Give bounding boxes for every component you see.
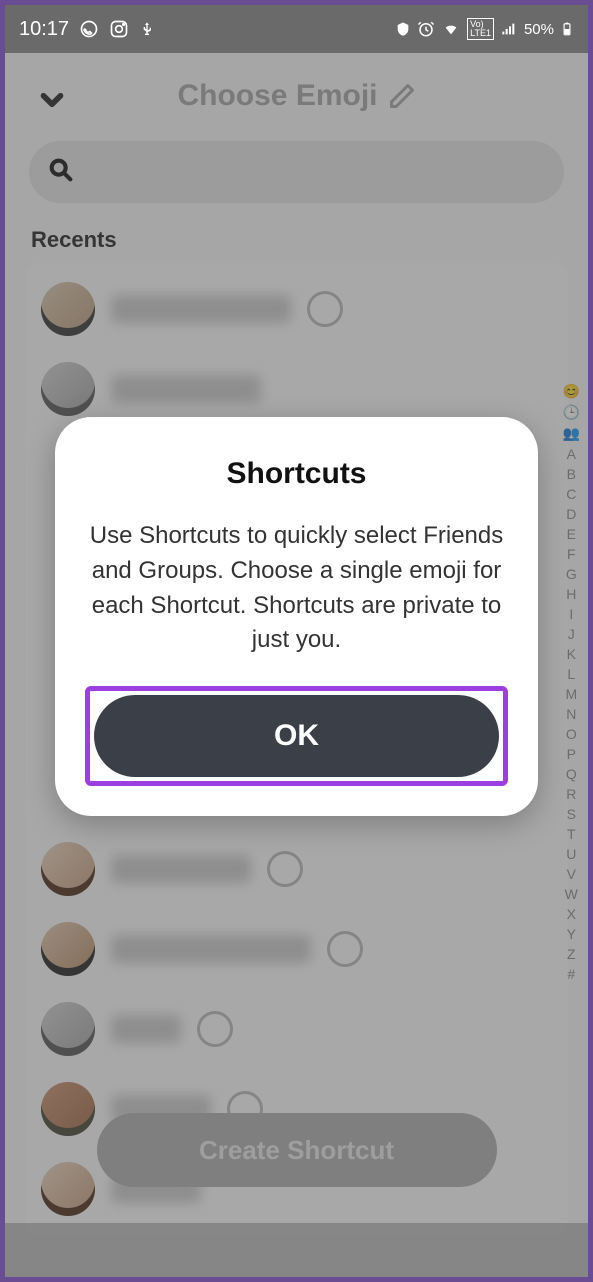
volte-icon: Vo)LTE1 (467, 18, 494, 40)
usb-icon (139, 19, 155, 39)
android-status-bar: 10:17 Vo)LTE1 50% (5, 5, 588, 53)
instagram-icon (109, 19, 129, 39)
signal-icon (500, 21, 518, 37)
alarm-icon (417, 20, 435, 38)
app-notification-icon (395, 21, 411, 37)
battery-percentage: 50% (524, 21, 554, 38)
shortcuts-info-dialog: Shortcuts Use Shortcuts to quickly selec… (55, 417, 538, 816)
battery-icon (560, 19, 574, 39)
whatsapp-icon (79, 19, 99, 39)
wifi-icon (441, 21, 461, 37)
tutorial-highlight-box: OK (85, 686, 508, 786)
ok-button[interactable]: OK (94, 695, 499, 777)
dialog-body-text: Use Shortcuts to quickly select Friends … (85, 519, 508, 658)
status-time: 10:17 (19, 18, 69, 41)
dialog-title: Shortcuts (85, 457, 508, 491)
